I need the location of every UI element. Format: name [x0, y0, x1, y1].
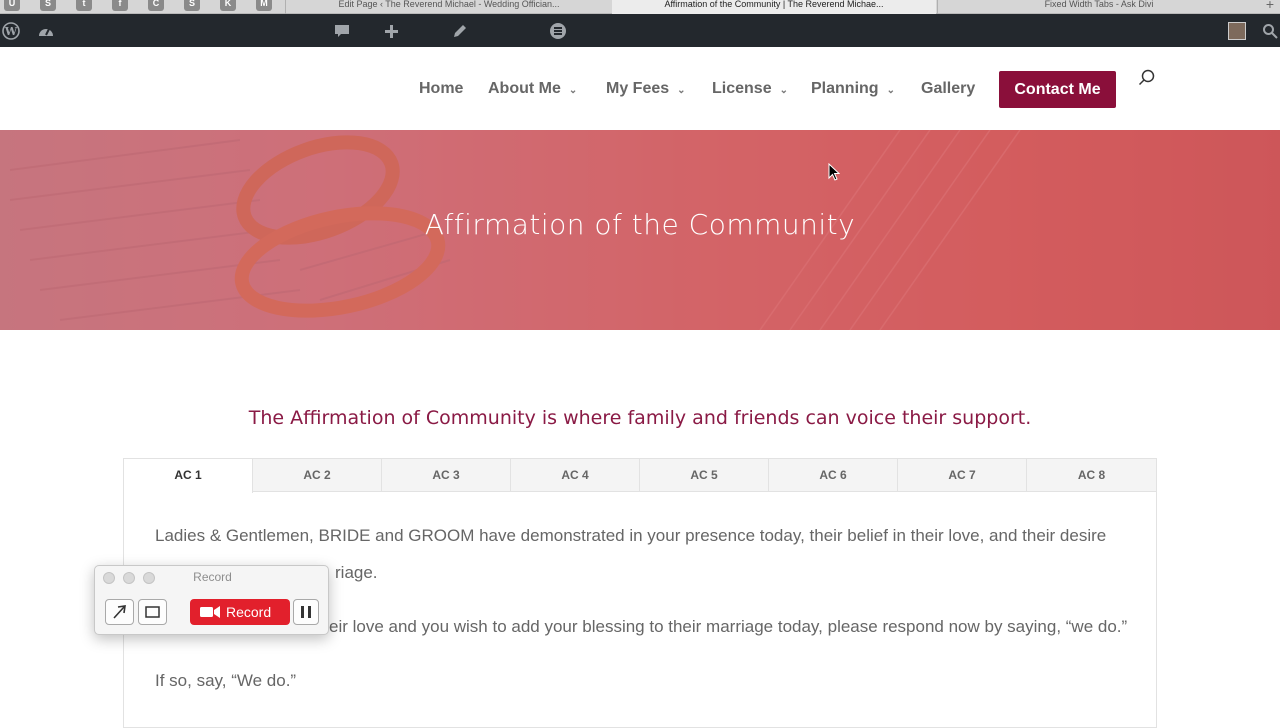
window-mode-button[interactable] — [138, 599, 167, 625]
svg-text:W: W — [4, 25, 18, 38]
admin-search-icon[interactable] — [1262, 23, 1278, 39]
arrow-icon — [113, 605, 126, 619]
tab-content-line: If so, say, “We do.” — [155, 671, 297, 690]
tabs-nav: AC 1 AC 2 AC 3 AC 4 AC 5 AC 6 AC 7 AC 8 — [124, 459, 1156, 493]
wp-admin-bar: W — [0, 14, 1280, 47]
divi-builder-icon[interactable] — [549, 22, 567, 40]
browser-tab-affirmation[interactable]: Affirmation of the Community | The Rever… — [612, 0, 936, 14]
site-header: Home About Me ⌄ My Fees ⌄ License ⌄ Plannin… — [0, 47, 1280, 130]
chevron-down-icon: ⌄ — [568, 85, 578, 96]
nav-home[interactable]: Home — [419, 80, 463, 98]
record-button-label: Record — [226, 604, 272, 620]
page-title: Affirmation of the Community — [424, 208, 856, 241]
tab-ac-6[interactable]: AC 6 — [769, 459, 898, 492]
chevron-down-icon: ⌄ — [677, 85, 686, 96]
search-icon[interactable] — [1138, 69, 1156, 87]
select-area-button[interactable] — [105, 599, 134, 625]
pause-button[interactable] — [293, 599, 319, 625]
contact-me-button[interactable]: Contact Me — [999, 71, 1116, 108]
plus-icon[interactable] — [384, 24, 399, 39]
new-tab-icon[interactable]: + — [1266, 0, 1274, 12]
browser-tab-fixed-width[interactable]: Fixed Width Tabs - Ask Divi — [940, 0, 1258, 14]
bookmark-icon[interactable]: S — [184, 0, 200, 11]
record-button[interactable]: Record — [190, 599, 290, 625]
comments-icon[interactable] — [334, 24, 350, 38]
bookmark-icon[interactable]: K — [220, 0, 236, 11]
nav-label: Gallery — [921, 80, 976, 97]
browser-tab-strip: U S t f C S K M Edit Page ‹ The Reverend… — [0, 0, 1280, 14]
tab-ac-4[interactable]: AC 4 — [511, 459, 640, 492]
tab-ac-5[interactable]: AC 5 — [640, 459, 769, 492]
tab-content-line: riage. — [335, 563, 378, 582]
avatar[interactable] — [1228, 22, 1246, 40]
video-camera-icon — [200, 606, 220, 618]
hero-banner: Affirmation of the Community — [0, 130, 1280, 330]
mouse-cursor-icon — [828, 163, 840, 181]
nav-gallery[interactable]: Gallery — [921, 80, 975, 98]
browser-tab-edit-page[interactable]: Edit Page ‹ The Reverend Michael - Weddi… — [290, 0, 608, 14]
bookmark-icon[interactable]: U — [4, 0, 20, 11]
intro-text: The Affirmation of Community is where fa… — [248, 407, 1032, 429]
dashboard-icon[interactable] — [37, 23, 55, 39]
nav-label: Planning — [811, 80, 879, 97]
bookmark-icon[interactable]: S — [40, 0, 56, 11]
nav-license[interactable]: License ⌄ — [712, 80, 788, 98]
window-rect-icon — [145, 606, 160, 618]
tab-divider — [937, 0, 938, 14]
nav-about-me[interactable]: About Me ⌄ — [488, 80, 577, 98]
record-widget-title: Record — [193, 570, 232, 584]
nav-label: My Fees — [606, 80, 670, 97]
pause-icon — [301, 606, 311, 618]
record-widget: Record Record — [94, 565, 329, 635]
bookmark-icon[interactable]: C — [148, 0, 164, 11]
tab-ac-1[interactable]: AC 1 — [124, 459, 253, 493]
chevron-down-icon: ⌄ — [886, 85, 895, 96]
chevron-down-icon: ⌄ — [779, 85, 788, 96]
nav-planning[interactable]: Planning ⌄ — [811, 80, 895, 98]
bookmark-icon[interactable]: M — [256, 0, 272, 11]
bookmark-icon[interactable]: t — [76, 0, 92, 11]
tab-ac-7[interactable]: AC 7 — [898, 459, 1027, 492]
wordpress-icon[interactable]: W — [2, 22, 20, 40]
tab-divider — [285, 0, 286, 14]
tab-ac-3[interactable]: AC 3 — [382, 459, 511, 492]
tab-content-line: eir love and you wish to add your blessi… — [329, 617, 1128, 636]
nav-my-fees[interactable]: My Fees ⌄ — [606, 80, 686, 98]
nav-label: Home — [419, 80, 464, 97]
tab-ac-2[interactable]: AC 2 — [253, 459, 382, 492]
nav-label: License — [712, 80, 772, 97]
tab-content-line: Ladies & Gentlemen, BRIDE and GROOM have… — [155, 526, 1107, 545]
tab-ac-8[interactable]: AC 8 — [1027, 459, 1156, 492]
bookmark-icon[interactable]: f — [112, 0, 128, 11]
nav-label: About Me — [488, 80, 561, 97]
edit-pencil-icon[interactable] — [452, 24, 467, 39]
